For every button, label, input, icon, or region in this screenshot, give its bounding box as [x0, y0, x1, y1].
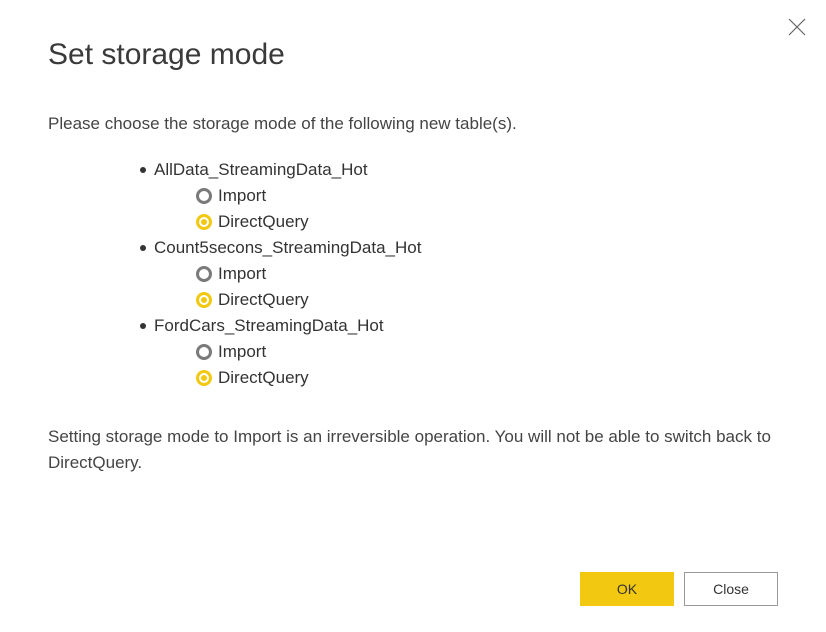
- option-label: DirectQuery: [218, 212, 309, 232]
- option-import[interactable]: Import: [196, 342, 778, 362]
- table-name-line: Count5secons_StreamingData_Hot: [140, 238, 778, 258]
- table-row: AllData_StreamingData_Hot Import DirectQ…: [140, 160, 778, 232]
- bullet-icon: [140, 245, 146, 251]
- close-icon[interactable]: [788, 18, 806, 36]
- option-directquery[interactable]: DirectQuery: [196, 290, 778, 310]
- dialog-footer: OK Close: [580, 572, 778, 606]
- option-label: Import: [218, 342, 266, 362]
- table-name: Count5secons_StreamingData_Hot: [154, 238, 421, 258]
- radio-icon: [196, 292, 212, 308]
- option-directquery[interactable]: DirectQuery: [196, 212, 778, 232]
- radio-icon: [196, 214, 212, 230]
- radio-icon: [196, 370, 212, 386]
- table-options: Import DirectQuery: [140, 264, 778, 310]
- table-row: Count5secons_StreamingData_Hot Import Di…: [140, 238, 778, 310]
- table-name: FordCars_StreamingData_Hot: [154, 316, 384, 336]
- radio-icon: [196, 266, 212, 282]
- close-button[interactable]: Close: [684, 572, 778, 606]
- table-name-line: FordCars_StreamingData_Hot: [140, 316, 778, 336]
- instruction-text: Please choose the storage mode of the fo…: [48, 114, 778, 134]
- option-label: Import: [218, 264, 266, 284]
- radio-icon: [196, 344, 212, 360]
- option-label: DirectQuery: [218, 290, 309, 310]
- table-name-line: AllData_StreamingData_Hot: [140, 160, 778, 180]
- option-directquery[interactable]: DirectQuery: [196, 368, 778, 388]
- option-label: Import: [218, 186, 266, 206]
- table-name: AllData_StreamingData_Hot: [154, 160, 368, 180]
- bullet-icon: [140, 323, 146, 329]
- warning-text: Setting storage mode to Import is an irr…: [48, 424, 778, 477]
- option-import[interactable]: Import: [196, 264, 778, 284]
- dialog-title: Set storage mode: [48, 38, 778, 72]
- radio-icon: [196, 188, 212, 204]
- option-import[interactable]: Import: [196, 186, 778, 206]
- table-options: Import DirectQuery: [140, 342, 778, 388]
- dialog-set-storage-mode: Set storage mode Please choose the stora…: [0, 0, 826, 632]
- ok-button[interactable]: OK: [580, 572, 674, 606]
- bullet-icon: [140, 167, 146, 173]
- tables-list: AllData_StreamingData_Hot Import DirectQ…: [48, 160, 778, 394]
- option-label: DirectQuery: [218, 368, 309, 388]
- table-row: FordCars_StreamingData_Hot Import Direct…: [140, 316, 778, 388]
- table-options: Import DirectQuery: [140, 186, 778, 232]
